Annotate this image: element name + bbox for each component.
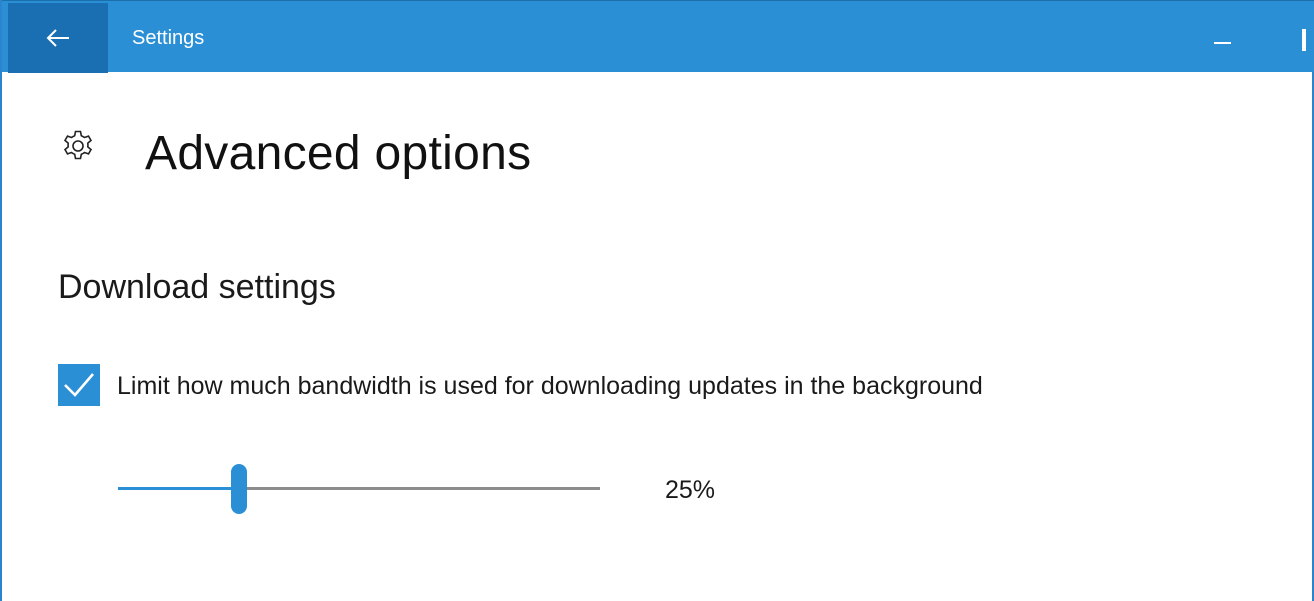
maximize-button-edge[interactable] [1302, 29, 1306, 51]
gear-icon [63, 130, 93, 160]
minimize-icon [1214, 42, 1231, 44]
slider-fill [118, 487, 239, 490]
minimize-button[interactable] [1202, 1, 1242, 73]
page-header [60, 128, 96, 164]
window-title: Settings [132, 27, 205, 49]
slider-thumb[interactable] [230, 464, 247, 514]
limit-bandwidth-checkbox[interactable] [58, 364, 100, 406]
title-bar: Settings [2, 0, 1314, 73]
bandwidth-slider[interactable] [118, 462, 602, 516]
slider-value-label: 25% [665, 476, 716, 504]
limit-bandwidth-label[interactable]: Limit how much bandwidth is used for dow… [117, 366, 1017, 406]
arrow-left-icon [46, 29, 69, 47]
page-title: Advanced options [145, 127, 532, 180]
checkmark-icon [64, 373, 94, 397]
section-heading-download-settings: Download settings [58, 268, 336, 306]
settings-window: Settings Advanced options Download setti… [0, 0, 1314, 601]
back-button[interactable] [8, 3, 108, 73]
